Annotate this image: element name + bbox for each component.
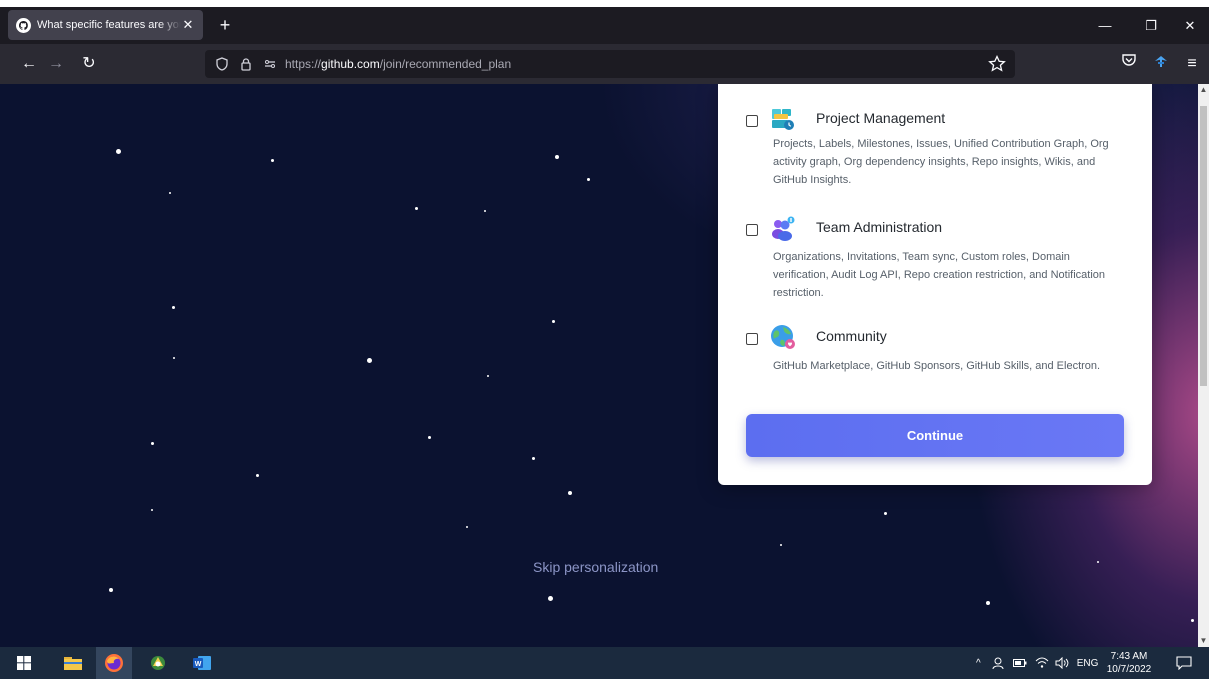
- nav-bar: ← → ↻ https://github.com/join/recommende…: [0, 44, 1209, 84]
- shield-icon[interactable]: [213, 55, 231, 73]
- browser-tab[interactable]: What specific features are you i ✕: [8, 10, 203, 40]
- option-project-management[interactable]: Project Management: [746, 106, 1126, 132]
- minimize-button[interactable]: —: [1090, 15, 1120, 37]
- scroll-thumb[interactable]: [1200, 106, 1207, 386]
- menu-icon[interactable]: ≡: [1180, 52, 1204, 76]
- option-header: Team Administration: [746, 215, 1126, 241]
- star-decoration: [532, 457, 535, 460]
- lock-icon[interactable]: [237, 55, 255, 73]
- star-decoration: [116, 149, 121, 154]
- option-community[interactable]: Community: [746, 324, 1126, 350]
- star-decoration: [587, 178, 590, 181]
- clock[interactable]: 7:43 AM 10/7/2022: [1099, 650, 1159, 676]
- pocket-icon[interactable]: [1117, 52, 1141, 76]
- option-title: Project Management: [816, 110, 946, 126]
- url-bar[interactable]: https://github.com/join/recommended_plan: [205, 50, 1015, 78]
- battery-icon[interactable]: [1012, 658, 1027, 668]
- screen: What specific features are you i ✕ + — ❐…: [0, 0, 1209, 679]
- svg-text:W: W: [195, 661, 202, 668]
- forward-arrow-icon[interactable]: →: [44, 52, 68, 76]
- option-header: Community: [746, 324, 1126, 350]
- star-decoration: [484, 210, 486, 212]
- star-decoration: [109, 588, 113, 592]
- people-icon[interactable]: [991, 656, 1005, 670]
- scroll-up-icon[interactable]: ▲: [1198, 84, 1209, 96]
- star-decoration: [367, 358, 372, 363]
- scroll-down-icon[interactable]: ▼: [1198, 635, 1209, 647]
- star-decoration: [173, 357, 175, 359]
- language-indicator[interactable]: ENG: [1077, 658, 1099, 669]
- new-tab-button[interactable]: +: [214, 14, 236, 36]
- url-domain: github.com: [321, 57, 380, 71]
- bookmark-star-icon[interactable]: [987, 54, 1007, 74]
- team-administration-icon: [772, 216, 795, 241]
- star-decoration: [884, 512, 887, 515]
- option-team-administration[interactable]: Team Administration: [746, 215, 1126, 241]
- tab-close-icon[interactable]: ✕: [181, 17, 195, 33]
- maximize-button[interactable]: ❐: [1136, 15, 1166, 37]
- close-window-button[interactable]: ✕: [1175, 15, 1205, 37]
- star-decoration: [548, 596, 553, 601]
- url-text[interactable]: https://github.com/join/recommended_plan: [285, 57, 511, 71]
- system-tray: ^ ENG: [976, 647, 1098, 679]
- page-content: Project Management Projects, Labels, Mil…: [0, 84, 1198, 647]
- team-administration-checkbox[interactable]: [746, 224, 758, 236]
- word-icon[interactable]: W: [190, 651, 214, 675]
- tab-title: What specific features are you i: [37, 19, 181, 31]
- project-management-checkbox[interactable]: [746, 115, 758, 127]
- star-decoration: [1097, 561, 1099, 563]
- extension-icon[interactable]: [1149, 52, 1173, 76]
- continue-button[interactable]: Continue: [746, 414, 1124, 457]
- tray-chevron-up-icon[interactable]: ^: [976, 658, 981, 669]
- wifi-icon[interactable]: [1035, 657, 1049, 669]
- star-decoration: [151, 509, 153, 511]
- star-decoration: [568, 491, 572, 495]
- firefox-icon[interactable]: [96, 647, 132, 679]
- volume-icon[interactable]: [1055, 657, 1069, 669]
- option-title: Team Administration: [816, 219, 943, 235]
- skip-personalization-link[interactable]: Skip personalization: [533, 559, 658, 575]
- star-decoration: [172, 306, 175, 309]
- file-explorer-icon[interactable]: [61, 651, 85, 675]
- clock-date: 10/7/2022: [1106, 664, 1152, 675]
- community-icon: [771, 325, 795, 349]
- clock-time: 7:43 AM: [1110, 651, 1148, 662]
- star-decoration: [555, 155, 559, 159]
- star-decoration: [256, 474, 259, 477]
- permissions-icon[interactable]: [261, 55, 279, 73]
- project-management-icon: [772, 109, 794, 130]
- option-description: Projects, Labels, Milestones, Issues, Un…: [773, 138, 1109, 186]
- windows-start-icon[interactable]: [12, 651, 36, 675]
- reload-icon[interactable]: ↻: [77, 52, 101, 76]
- top-strip: [0, 0, 1209, 7]
- url-prefix: https://: [285, 57, 322, 71]
- star-decoration: [552, 320, 555, 323]
- star-decoration: [271, 159, 274, 162]
- star-decoration: [487, 375, 489, 377]
- page-scrollbar[interactable]: ▲ ▼: [1198, 84, 1209, 647]
- url-path: /join/recommended_plan: [379, 57, 512, 71]
- star-decoration: [1191, 619, 1194, 622]
- option-description: GitHub Marketplace, GitHub Sponsors, Git…: [773, 360, 1101, 372]
- star-decoration: [986, 601, 990, 605]
- tab-bar: What specific features are you i ✕ + — ❐…: [0, 7, 1209, 44]
- star-decoration: [466, 526, 468, 528]
- option-description: Organizations, Invitations, Team sync, C…: [773, 251, 1106, 299]
- star-decoration: [151, 442, 154, 445]
- back-arrow-icon[interactable]: ←: [17, 52, 41, 76]
- star-decoration: [415, 207, 418, 210]
- notifications-icon[interactable]: [1172, 651, 1196, 675]
- star-decoration: [169, 192, 171, 194]
- app-icon[interactable]: [146, 651, 170, 675]
- community-checkbox[interactable]: [746, 333, 758, 345]
- option-header: Project Management: [746, 106, 1126, 132]
- star-decoration: [780, 544, 782, 546]
- option-title: Community: [816, 328, 887, 344]
- star-decoration: [428, 436, 431, 439]
- github-icon: [16, 17, 31, 33]
- taskbar: W ^ ENG 7:43 AM 10/7/2022: [0, 647, 1209, 679]
- features-card: Project Management Projects, Labels, Mil…: [718, 84, 1152, 485]
